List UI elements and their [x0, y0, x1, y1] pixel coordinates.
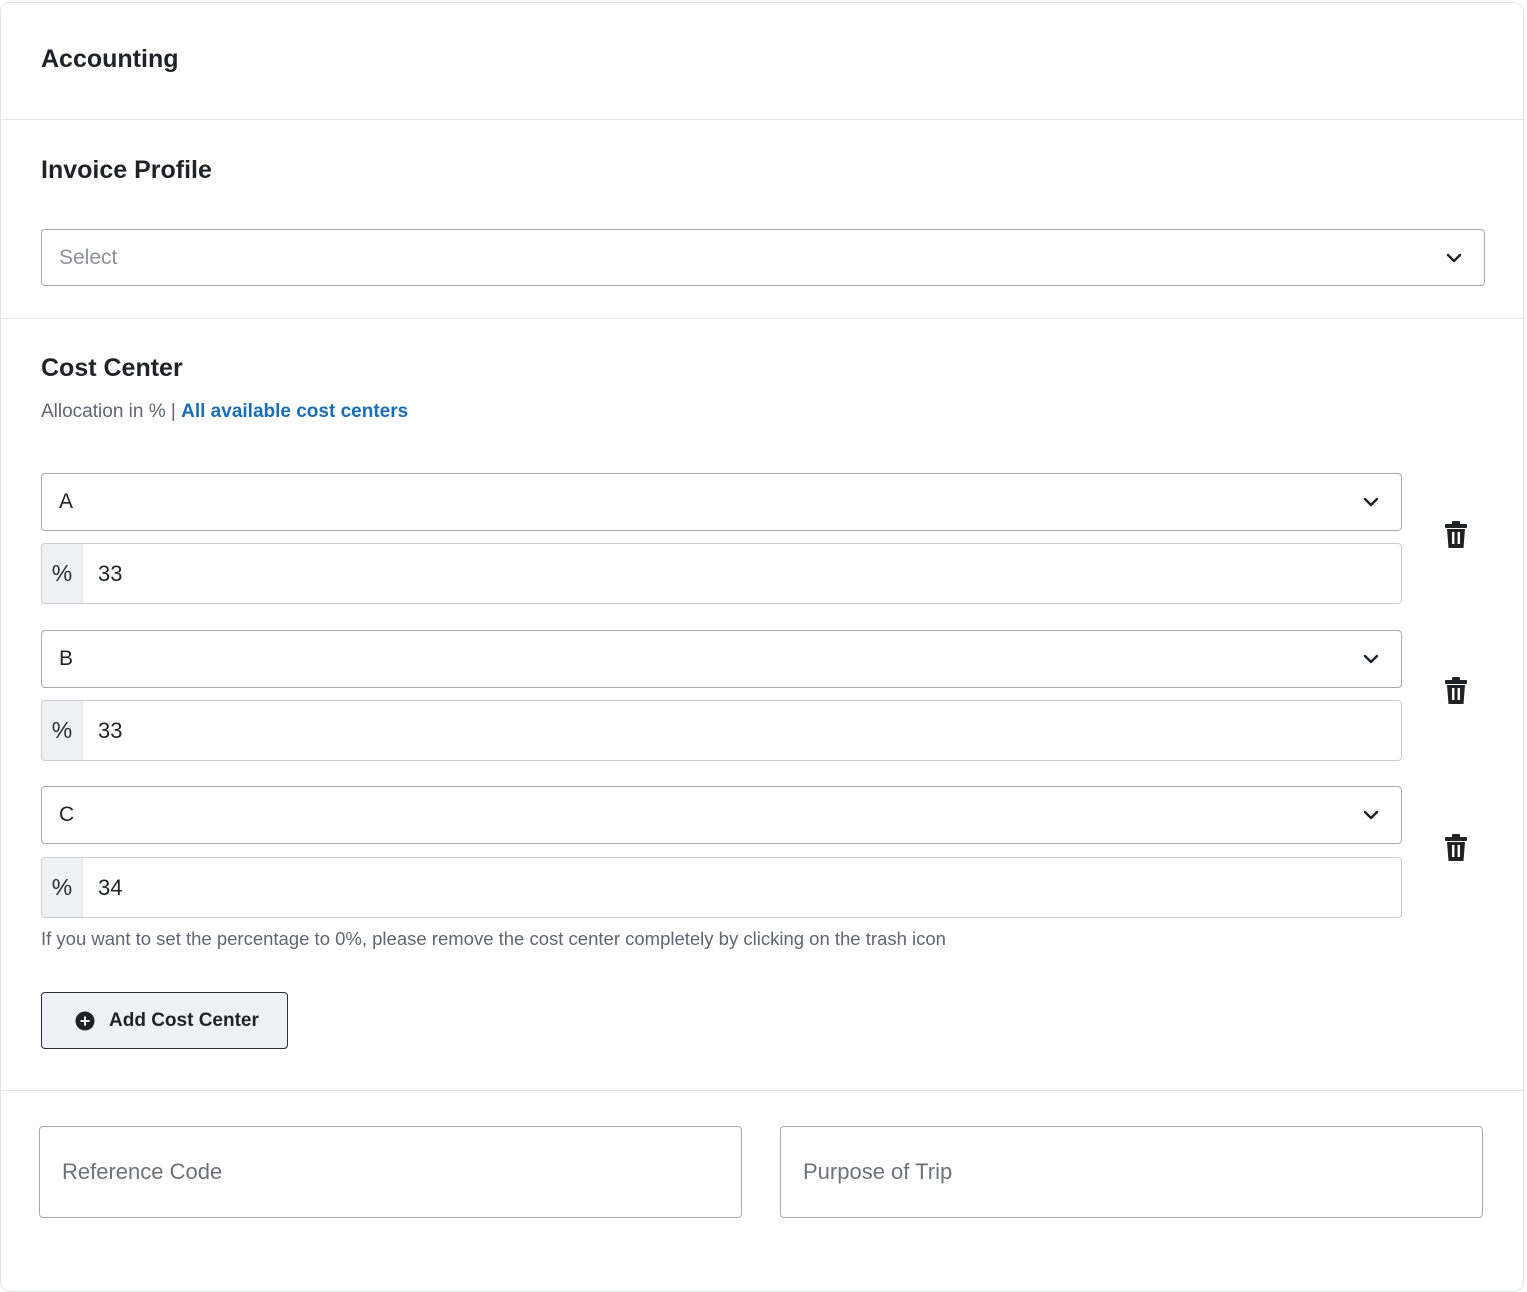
cost-center-select-value: A: [59, 490, 74, 513]
cost-center-title: Cost Center: [41, 354, 183, 382]
plus-circle-icon: [75, 1011, 95, 1030]
allocation-label: Allocation in % |: [41, 401, 176, 422]
percent-addon: %: [42, 858, 83, 917]
cost-center-percent-c[interactable]: % 34: [41, 857, 1402, 918]
invoice-profile-section: Invoice Profile Select: [1, 120, 1523, 319]
chevron-down-icon: [1363, 654, 1379, 664]
cost-center-select-value: C: [59, 803, 75, 826]
accounting-card: Accounting Invoice Profile Select Cost C…: [0, 2, 1524, 1292]
cost-center-select-b[interactable]: B: [41, 630, 1402, 688]
cost-center-select-value: B: [59, 647, 74, 670]
allocation-line: Allocation in % | All available cost cen…: [41, 401, 408, 423]
chevron-down-icon: [1363, 497, 1379, 507]
trash-icon[interactable]: [1444, 677, 1468, 705]
cost-center-percent-a[interactable]: % 33: [41, 543, 1402, 604]
accounting-header-section: Accounting: [1, 3, 1523, 120]
trash-icon[interactable]: [1444, 521, 1468, 549]
percent-input[interactable]: 33: [83, 544, 1401, 603]
cost-center-select-a[interactable]: A: [41, 473, 1402, 531]
chevron-down-icon: [1446, 253, 1462, 262]
invoice-profile-select[interactable]: Select: [41, 229, 1485, 286]
percent-input[interactable]: 33: [83, 701, 1401, 760]
reference-code-placeholder: Reference Code: [62, 1159, 223, 1184]
cost-center-percent-b[interactable]: % 33: [41, 700, 1402, 761]
page-title: Accounting: [41, 45, 179, 73]
all-cost-centers-link[interactable]: All available cost centers: [181, 401, 408, 422]
percent-addon: %: [42, 701, 83, 760]
invoice-profile-placeholder: Select: [59, 245, 118, 269]
purpose-of-trip-input[interactable]: Purpose of Trip: [780, 1126, 1483, 1218]
add-cost-center-button[interactable]: Add Cost Center: [41, 992, 288, 1049]
reference-code-input[interactable]: Reference Code: [39, 1126, 742, 1218]
zero-percent-hint: If you want to set the percentage to 0%,…: [41, 928, 946, 949]
chevron-down-icon: [1363, 810, 1379, 820]
trash-icon[interactable]: [1444, 834, 1468, 862]
purpose-of-trip-placeholder: Purpose of Trip: [803, 1159, 953, 1184]
percent-addon: %: [42, 544, 83, 603]
percent-input[interactable]: 34: [83, 858, 1401, 917]
cost-center-select-c[interactable]: C: [41, 786, 1402, 844]
add-cost-center-label: Add Cost Center: [109, 1009, 259, 1031]
invoice-profile-title: Invoice Profile: [41, 156, 212, 184]
